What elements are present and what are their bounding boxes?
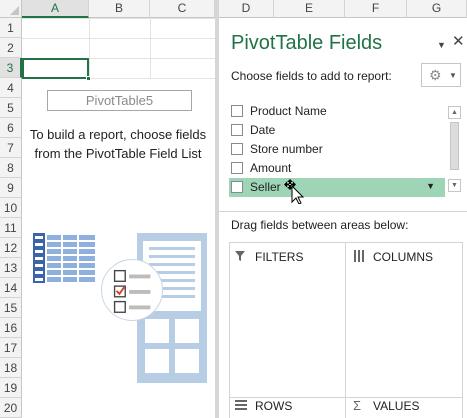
columns-icon [354,250,364,262]
row-header-10[interactable]: 10 [0,198,22,218]
column-header-e[interactable]: E [274,0,345,18]
divider [219,211,467,212]
columns-area-label: COLUMNS [373,250,434,264]
column-header-a[interactable]: A [22,0,89,18]
field-checkbox[interactable] [231,143,243,155]
row-header-1[interactable]: 1 [0,18,22,38]
field-label: Store number [250,142,323,156]
field-dropdown-icon[interactable]: ▼ [426,181,435,191]
field-item-seller[interactable]: Seller ▼ [229,178,445,197]
row-header-8[interactable]: 8 [0,158,22,178]
row-header-5[interactable]: 5 [0,98,22,118]
column-header-g[interactable]: G [407,0,467,18]
column-header-b[interactable]: B [89,0,150,18]
choose-fields-label: Choose fields to add to report: [231,69,392,83]
field-item-amount[interactable]: Amount [229,159,445,178]
field-list-scrollbar[interactable]: ▲ ▼ [448,106,461,192]
pivottable-fields-pane: D E F G PivotTable Fields ▼ ✕ Choose fie… [219,0,467,418]
row-header-15[interactable]: 15 [0,298,22,318]
row-header-11[interactable]: 11 [0,218,22,238]
pane-body: PivotTable Fields ▼ ✕ Choose fields to a… [219,18,467,418]
fill-handle[interactable] [86,76,91,81]
scroll-up-icon[interactable]: ▲ [448,106,461,119]
field-item-store-number[interactable]: Store number [229,140,445,159]
row-header-2[interactable]: 2 [0,38,22,58]
rows-area-label: ROWS [255,399,293,413]
pivot-table-name: PivotTable5 [47,90,192,111]
sigma-icon: Σ [353,398,362,413]
pivot-instructions: To build a report, choose fields from th… [29,127,207,161]
row-header-6[interactable]: 6 [0,118,22,138]
row-header-4[interactable]: 4 [0,78,22,98]
move-cursor-icon [284,179,305,204]
field-label: Seller [250,180,281,194]
column-header-c[interactable]: C [150,0,215,18]
row-header-18[interactable]: 18 [0,358,22,378]
drag-fields-label: Drag fields between areas below: [231,218,409,232]
values-area-label: VALUES [373,399,420,413]
field-list: Product Name Date Store number Amount Se… [229,102,461,197]
field-label: Product Name [250,104,327,118]
field-label: Date [250,123,276,137]
select-all-button[interactable] [0,0,22,18]
gear-icon: ⚙ [429,67,442,83]
row-header-20[interactable]: 20 [0,398,22,418]
worksheet: A B C 1 2 3 4 5 6 7 8 9 10 11 12 13 14 15 16 17 18 19 20 Pi… [0,0,215,418]
pane-title: PivotTable Fields [231,32,383,54]
row-header-9[interactable]: 9 [0,178,22,198]
row-header-7[interactable]: 7 [0,138,22,158]
column-header-d[interactable]: D [219,0,274,18]
row-header-17[interactable]: 17 [0,338,22,358]
scroll-thumb[interactable] [450,122,459,170]
field-checkbox[interactable] [231,124,243,136]
row-header-16[interactable]: 16 [0,318,22,338]
filter-icon [235,251,245,261]
field-checkbox[interactable] [231,105,243,117]
field-checkbox[interactable] [231,162,243,174]
row-header-14[interactable]: 14 [0,278,22,298]
rows-icon [235,400,247,410]
field-item-product-name[interactable]: Product Name [229,102,445,121]
field-list-settings-button[interactable]: ⚙ ▼ [421,63,461,87]
filters-area[interactable] [229,242,346,398]
field-label: Amount [250,161,292,175]
pane-options-dropdown-icon[interactable]: ▼ [437,40,446,50]
active-cell-a3[interactable] [22,58,91,81]
field-checkbox[interactable] [231,181,243,193]
table-illustration-icon [33,233,97,283]
close-icon[interactable]: ✕ [452,32,465,50]
row-header-19[interactable]: 19 [0,378,22,398]
filters-area-label: FILTERS [255,250,304,264]
columns-area[interactable] [345,242,463,398]
column-header-f[interactable]: F [345,0,407,18]
row-header-3[interactable]: 3 [0,58,22,78]
row-header-13[interactable]: 13 [0,258,22,278]
excel-window: A B C 1 2 3 4 5 6 7 8 9 10 11 12 13 14 15 16 17 18 19 20 Pi… [0,0,467,418]
checklist-illustration-icon [101,259,163,321]
row-header-12[interactable]: 12 [0,238,22,258]
chevron-down-icon: ▼ [449,71,457,80]
field-item-date[interactable]: Date [229,121,445,140]
scroll-down-icon[interactable]: ▼ [448,179,461,192]
